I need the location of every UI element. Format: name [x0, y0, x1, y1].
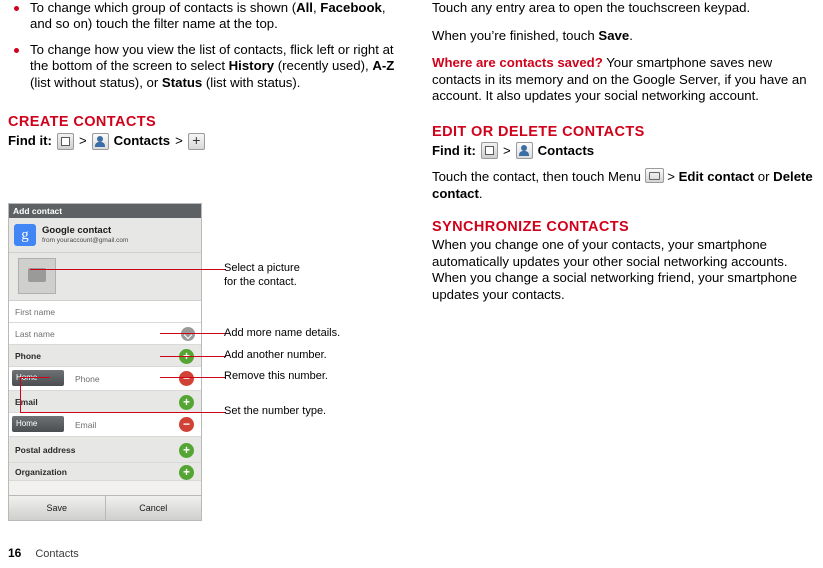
- bullet-list: To change which group of contacts is sho…: [8, 0, 408, 91]
- edit-delete-body: Touch the contact, then touch Menu > Edi…: [432, 167, 813, 201]
- page-footer: 16 Contacts: [8, 546, 79, 560]
- callout-select-picture: Select a picture for the contact.: [224, 262, 300, 288]
- postal-section-label: Postal address: [15, 444, 76, 455]
- page-number: 16: [8, 546, 22, 560]
- organization-section-header: Organization +: [9, 463, 201, 481]
- find-it-label: Find it:: [8, 133, 52, 149]
- right-save-paragraph: When you’re finished, touch Save.: [432, 27, 633, 43]
- contacts-icon: [91, 132, 109, 150]
- leader-line-name-details: [160, 333, 226, 334]
- section-heading-synchronize: SYNCHRONIZE CONTACTS: [432, 219, 630, 236]
- plus-icon: [187, 132, 205, 150]
- phone-entry-row[interactable]: Home Phone −: [9, 367, 201, 391]
- footer-section-label: Contacts: [35, 548, 79, 560]
- launcher-icon: [56, 132, 74, 150]
- leader-line-number-type: [20, 377, 50, 378]
- manual-page: To change which group of contacts is sho…: [0, 0, 823, 568]
- email-section-header: Email +: [9, 391, 201, 413]
- save-button[interactable]: Save: [9, 496, 106, 520]
- find-it-contacts-label-2: Contacts: [537, 142, 595, 158]
- account-name: Google contact: [42, 225, 112, 236]
- right-intro-paragraph: Touch any entry area to open the touchsc…: [432, 0, 751, 15]
- section-heading-edit-delete: EDIT OR DELETE CONTACTS: [432, 123, 645, 140]
- email-entry-row[interactable]: Home Email −: [9, 413, 201, 437]
- path-separator-3: >: [502, 142, 511, 158]
- phone-section-label: Phone: [15, 350, 41, 361]
- phone-input[interactable]: Phone: [75, 374, 100, 384]
- figure-title-bar: Add contact: [9, 204, 201, 218]
- account-row[interactable]: Google contact from youraccount@gmail.co…: [9, 218, 201, 253]
- leader-line-remove-number: [160, 377, 226, 378]
- callout-add-name-details: Add more name details.: [224, 327, 341, 339]
- section-heading-create-contacts: CREATE CONTACTS: [8, 114, 157, 131]
- email-type-button[interactable]: Home: [12, 416, 64, 432]
- leader-line-add-number: [160, 356, 226, 357]
- launcher-icon-2: [480, 142, 498, 160]
- cancel-button[interactable]: Cancel: [105, 496, 201, 520]
- account-email: from youraccount@gmail.com: [42, 237, 129, 244]
- synchronize-body: When you change one of your contacts, yo…: [432, 237, 798, 302]
- leader-line-picture: [30, 269, 226, 270]
- leader-line-number-type-2: [20, 412, 226, 413]
- postal-section-header: Postal address +: [9, 437, 201, 463]
- chevron-down-icon[interactable]: [181, 327, 195, 341]
- callout-set-number-type: Set the number type.: [224, 405, 327, 417]
- list-item: To change how you view the list of conta…: [8, 42, 408, 91]
- path-separator-2: >: [175, 133, 183, 149]
- find-it-path-edit: Find it: > Contacts: [432, 142, 817, 160]
- find-it-label-edit: Find it:: [432, 142, 476, 158]
- list-item: To change which group of contacts is sho…: [8, 0, 408, 33]
- find-it-contacts-label: Contacts: [113, 133, 171, 149]
- menu-key-icon: [644, 167, 664, 183]
- add-email-icon[interactable]: +: [179, 395, 194, 410]
- right-column: Touch any entry area to open the touchsc…: [432, 0, 817, 315]
- add-postal-icon[interactable]: +: [179, 443, 194, 458]
- left-column: To change which group of contacts is sho…: [8, 0, 408, 158]
- first-name-label: First name: [15, 306, 56, 317]
- figure-button-bar: Save Cancel: [9, 495, 201, 520]
- contacts-saved-question: Where are contacts saved?: [432, 55, 603, 71]
- email-section-label: Email: [15, 396, 38, 407]
- contact-photo-placeholder[interactable]: [18, 258, 56, 294]
- contacts-icon-2: [515, 142, 533, 160]
- path-separator: >: [78, 133, 87, 149]
- contacts-saved-paragraph: Where are contacts saved? Your smartphon…: [432, 55, 817, 105]
- remove-phone-icon[interactable]: −: [179, 371, 194, 386]
- first-name-field[interactable]: First name: [9, 301, 201, 323]
- add-organization-icon[interactable]: +: [179, 465, 194, 480]
- picture-area[interactable]: [9, 253, 201, 301]
- last-name-field[interactable]: Last name: [9, 323, 201, 345]
- phone-mockup: Add contact Google contact from youracco…: [8, 203, 202, 521]
- add-contact-figure: Add contact Google contact from youracco…: [8, 203, 226, 523]
- leader-line-number-type-vert: [20, 377, 21, 412]
- find-it-path-create: Find it: > Contacts >: [8, 132, 408, 150]
- email-input[interactable]: Email: [75, 420, 96, 430]
- last-name-label: Last name: [15, 328, 55, 339]
- remove-email-icon[interactable]: −: [179, 417, 194, 432]
- callout-add-another-number: Add another number.: [224, 349, 327, 361]
- organization-section-label: Organization: [15, 466, 67, 477]
- callout-remove-this-number: Remove this number.: [224, 370, 328, 382]
- google-icon: [14, 224, 36, 246]
